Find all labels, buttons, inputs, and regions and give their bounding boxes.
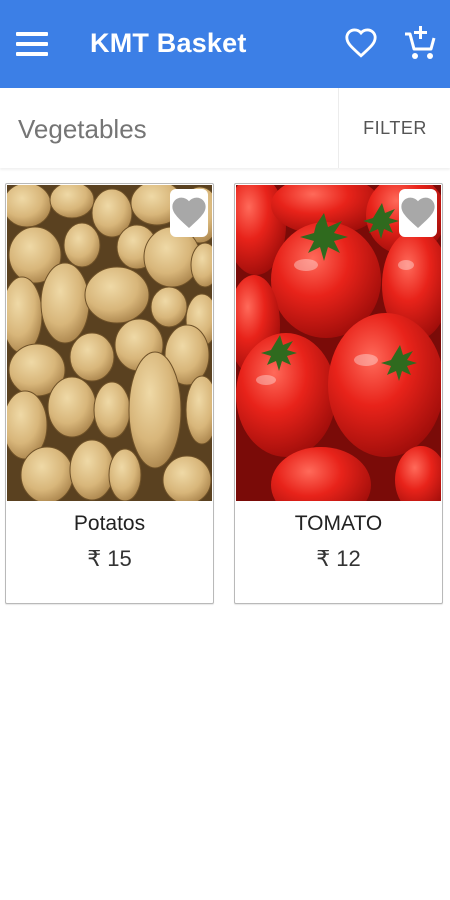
product-image-potatoes (7, 185, 212, 501)
product-name: TOMATO (294, 512, 383, 535)
product-image-tomatoes (236, 185, 441, 501)
heart-icon (401, 197, 435, 229)
favorite-toggle[interactable] (399, 189, 437, 237)
product-price: ₹12 (235, 546, 442, 572)
filter-button[interactable]: FILTER (340, 88, 450, 168)
divider (338, 88, 339, 168)
price-value: 12 (336, 546, 361, 571)
currency-symbol: ₹ (87, 546, 102, 571)
heart-outline-icon[interactable] (344, 26, 378, 60)
product-name: Potatos (73, 512, 146, 535)
heart-icon (172, 197, 206, 229)
currency-symbol: ₹ (316, 546, 331, 571)
price-value: 15 (107, 546, 132, 571)
filter-label: FILTER (363, 118, 427, 138)
product-price: ₹15 (6, 546, 213, 572)
section-header: Vegetables FILTER (0, 88, 450, 168)
product-card-tomato[interactable]: TOMATO ₹12 (234, 183, 443, 604)
app-title: KMT Basket (90, 28, 247, 58)
product-card-potatos[interactable]: Potatos ₹15 (5, 183, 214, 604)
favorite-toggle[interactable] (170, 189, 208, 237)
add-to-cart-icon[interactable] (403, 24, 437, 62)
app-bar: KMT Basket (0, 0, 450, 88)
section-title: Vegetables (18, 114, 147, 144)
menu-icon[interactable] (14, 26, 50, 62)
